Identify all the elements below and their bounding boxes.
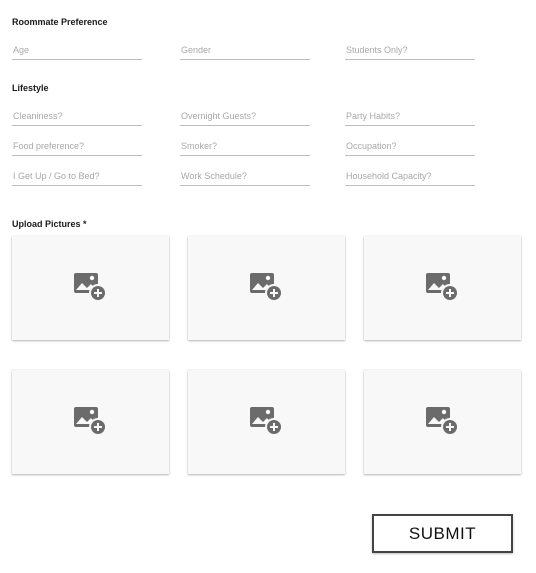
add-photo-icon [425, 407, 459, 436]
occupation-field[interactable] [345, 136, 475, 157]
overnight-guests-input[interactable] [180, 107, 310, 127]
submit-button[interactable]: SUBMIT [372, 514, 513, 553]
students-only-field[interactable] [345, 40, 475, 61]
photo-upload-slot-6[interactable] [364, 370, 521, 474]
food-preference-field[interactable] [12, 136, 142, 157]
age-input[interactable] [12, 41, 142, 61]
work-schedule-input[interactable] [180, 167, 310, 187]
add-photo-icon [249, 407, 283, 436]
food-preference-input[interactable] [12, 137, 142, 157]
roommate-preference-heading: Roommate Preference [12, 17, 108, 27]
work-schedule-field[interactable] [180, 166, 310, 187]
photo-upload-slot-1[interactable] [12, 236, 169, 340]
students-only-input[interactable] [345, 41, 475, 61]
occupation-input[interactable] [345, 137, 475, 157]
photo-upload-slot-3[interactable] [364, 236, 521, 340]
smoker-input[interactable] [180, 137, 310, 157]
cleanliness-field[interactable] [12, 106, 142, 127]
add-photo-icon [249, 273, 283, 302]
gender-field[interactable] [180, 40, 310, 61]
overnight-guests-field[interactable] [180, 106, 310, 127]
add-photo-icon [73, 273, 107, 302]
add-photo-icon [73, 407, 107, 436]
household-capacity-field[interactable] [345, 166, 475, 187]
lifestyle-heading: Lifestyle [12, 83, 49, 93]
age-field[interactable] [12, 40, 142, 61]
photo-upload-slot-4[interactable] [12, 370, 169, 474]
smoker-field[interactable] [180, 136, 310, 157]
add-photo-icon [425, 273, 459, 302]
photo-upload-slot-2[interactable] [188, 236, 345, 340]
gender-input[interactable] [180, 41, 310, 61]
party-habits-field[interactable] [345, 106, 475, 127]
sleep-schedule-field[interactable] [12, 166, 142, 187]
party-habits-input[interactable] [345, 107, 475, 127]
cleanliness-input[interactable] [12, 107, 142, 127]
household-capacity-input[interactable] [345, 167, 475, 187]
upload-pictures-heading: Upload Pictures * [12, 219, 87, 229]
sleep-schedule-input[interactable] [12, 167, 142, 187]
photo-upload-slot-5[interactable] [188, 370, 345, 474]
